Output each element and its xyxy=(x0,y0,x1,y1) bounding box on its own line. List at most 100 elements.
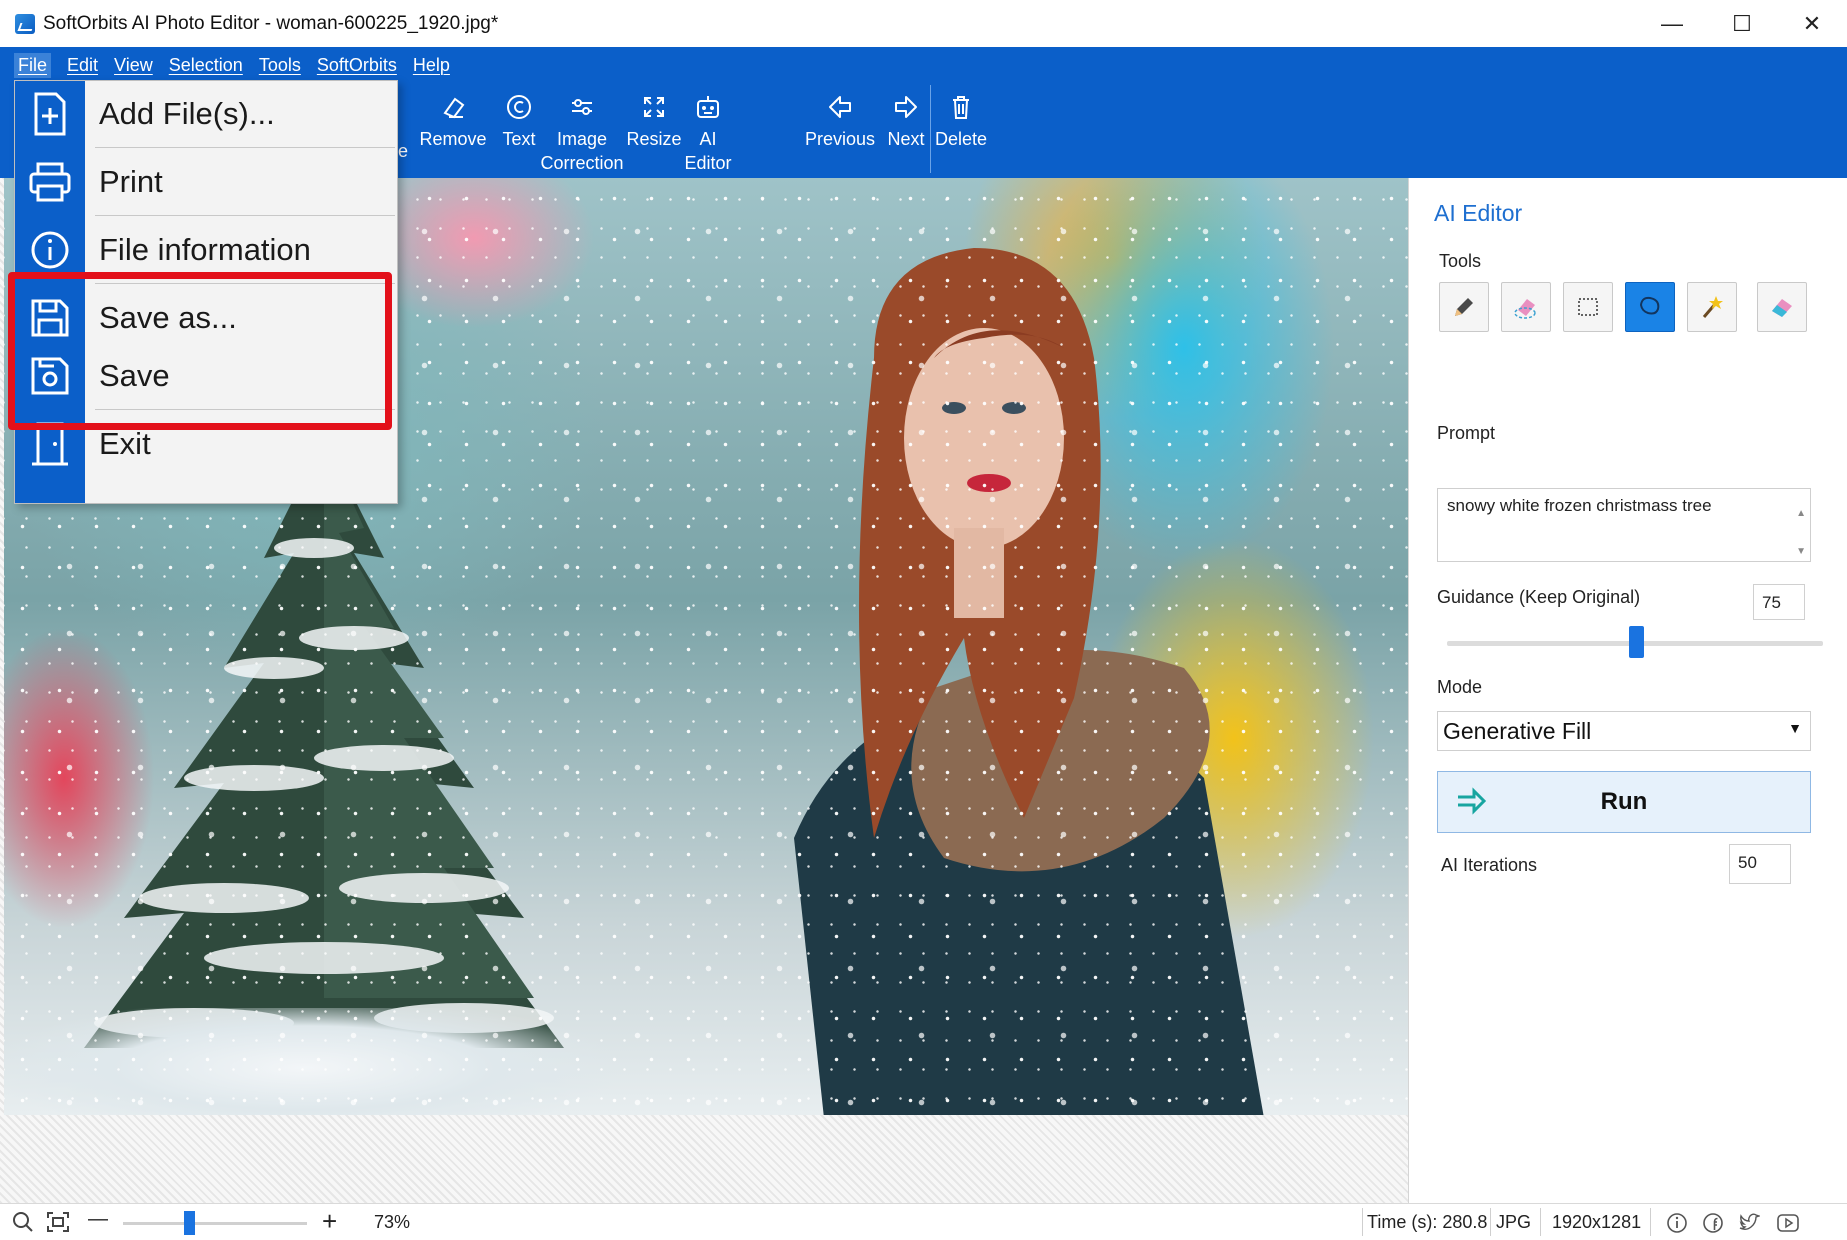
remove-label: Remove xyxy=(419,129,487,149)
arrow-left-icon xyxy=(826,87,854,127)
scroll-up-icon[interactable]: ▲ xyxy=(1796,495,1806,533)
youtube-icon[interactable] xyxy=(1776,1212,1800,1239)
minimize-button[interactable]: — xyxy=(1637,0,1707,47)
menu-item-label: Print xyxy=(99,164,163,199)
menu-tools[interactable]: Tools xyxy=(259,55,301,76)
zoom-in-icon[interactable] xyxy=(12,1211,34,1238)
lasso-tool-button[interactable] xyxy=(1625,282,1675,332)
run-button[interactable]: Run xyxy=(1437,771,1811,833)
menu-edit[interactable]: Edit xyxy=(67,55,98,76)
status-separator xyxy=(1490,1208,1491,1236)
title-bar: SoftOrbits AI Photo Editor - woman-60022… xyxy=(0,0,1847,47)
menu-divider xyxy=(95,147,395,148)
processing-time: Time (s): 280.8 xyxy=(1367,1212,1488,1232)
run-label: Run xyxy=(1600,788,1648,815)
zoom-level: 73% xyxy=(374,1212,411,1232)
window-controls: — ☐ ✕ xyxy=(1637,0,1847,47)
image-correction-button[interactable]: Image Correction xyxy=(540,83,624,178)
toolbar-partial-text: e xyxy=(398,141,409,161)
tools-label: Tools xyxy=(1439,251,1482,271)
panel-title: AI Editor xyxy=(1434,200,1523,226)
guidance-label: Guidance (Keep Original) xyxy=(1437,587,1641,607)
guidance-value-input[interactable]: 75 xyxy=(1753,584,1805,620)
magic-wand-icon xyxy=(1702,296,1723,318)
prompt-label: Prompt xyxy=(1437,423,1496,443)
file-format: JPG xyxy=(1496,1212,1532,1232)
resize-label: Resize xyxy=(626,129,682,149)
trash-icon xyxy=(947,87,975,127)
menu-item-label: Exit xyxy=(99,426,151,461)
prompt-textarea[interactable]: snowy white frozen christmass tree ▲ ▼ xyxy=(1437,488,1811,562)
close-button[interactable]: ✕ xyxy=(1777,0,1847,47)
magic-wand-tool-button[interactable] xyxy=(1687,282,1737,332)
delete-label: Delete xyxy=(934,129,988,149)
facebook-icon[interactable] xyxy=(1702,1212,1724,1239)
menu-item-label: Add File(s)... xyxy=(99,96,275,131)
image-correction-label-2: Correction xyxy=(540,153,624,173)
mode-label: Mode xyxy=(1437,677,1483,697)
pencil-icon xyxy=(1455,298,1473,316)
toolbar-separator xyxy=(930,85,931,173)
eraser-icon xyxy=(1772,299,1792,317)
window-title: SoftOrbits AI Photo Editor - woman-60022… xyxy=(43,12,499,34)
maximize-button[interactable]: ☐ xyxy=(1707,0,1777,47)
eraser-brush-icon xyxy=(1514,299,1536,319)
eraser-brush-tool-button[interactable] xyxy=(1501,282,1551,332)
text-label: Text xyxy=(502,129,536,149)
mode-selected-value: Generative Fill xyxy=(1443,718,1592,744)
resize-button[interactable]: Resize xyxy=(626,83,682,178)
prompt-scrollbar[interactable]: ▲ ▼ xyxy=(1796,495,1806,571)
text-button[interactable]: Text xyxy=(500,83,538,178)
sliders-icon xyxy=(568,87,596,127)
lasso-icon xyxy=(1639,296,1660,315)
robot-icon xyxy=(694,87,722,127)
chevron-down-icon: ▼ xyxy=(1788,720,1802,736)
scroll-down-icon[interactable]: ▼ xyxy=(1796,533,1806,571)
ai-editor-label-1: AI xyxy=(699,129,717,149)
menu-item-add-files[interactable]: Add File(s)... xyxy=(15,81,399,147)
menu-item-print[interactable]: Print xyxy=(15,149,399,215)
menu-help[interactable]: Help xyxy=(413,55,450,76)
eraser-tool-button[interactable] xyxy=(1757,282,1807,332)
next-button[interactable]: Next xyxy=(884,83,928,178)
twitter-icon[interactable] xyxy=(1738,1212,1762,1239)
ai-iterations-input[interactable]: 50 xyxy=(1729,844,1791,884)
previous-button[interactable]: Previous xyxy=(804,83,876,178)
zoom-in-button[interactable]: + xyxy=(322,1206,337,1237)
eraser-icon xyxy=(439,87,467,127)
ai-editor-panel: AI Editor Tools Prompt snowy white froze… xyxy=(1408,178,1847,1203)
zoom-slider-thumb[interactable] xyxy=(184,1211,195,1235)
app-logo-icon xyxy=(15,13,35,34)
arrow-right-icon xyxy=(1458,787,1486,815)
delete-button[interactable]: Delete xyxy=(934,83,988,178)
menu-file[interactable]: File xyxy=(14,52,52,78)
zoom-out-button[interactable]: — xyxy=(88,1208,108,1231)
image-correction-label-1: Image xyxy=(556,129,608,149)
menu-selection[interactable]: Selection xyxy=(169,55,243,76)
fit-to-screen-icon[interactable] xyxy=(46,1211,70,1238)
status-separator xyxy=(1540,1208,1541,1236)
add-file-icon xyxy=(15,81,85,147)
remove-button[interactable]: Remove xyxy=(419,83,487,178)
menu-view[interactable]: View xyxy=(114,55,153,76)
guidance-slider-thumb[interactable] xyxy=(1629,626,1644,658)
ai-editor-label-2: Editor xyxy=(684,153,732,173)
ai-iterations-label: AI Iterations xyxy=(1441,855,1538,875)
copyright-text-icon xyxy=(505,87,533,127)
pencil-tool-button[interactable] xyxy=(1439,282,1489,332)
info-icon[interactable] xyxy=(1666,1212,1688,1239)
printer-icon xyxy=(15,149,85,215)
previous-label: Previous xyxy=(804,129,876,149)
menu-softorbits[interactable]: SoftOrbits xyxy=(317,55,397,76)
menu-bar: File Edit View Selection Tools SoftOrbit… xyxy=(0,47,1847,83)
status-bar: — + 73% Time (s): 280.8 JPG 1920x1281 xyxy=(0,1203,1847,1240)
rectangle-select-tool-button[interactable] xyxy=(1563,282,1613,332)
mode-select[interactable]: Generative Fill ▼ xyxy=(1437,711,1811,751)
ai-editor-button[interactable]: AI Editor xyxy=(682,83,734,178)
status-separator xyxy=(1362,1208,1363,1236)
zoom-slider-track[interactable] xyxy=(123,1222,307,1225)
status-separator xyxy=(1650,1208,1651,1236)
next-label: Next xyxy=(887,129,925,149)
rectangle-select-icon xyxy=(1578,298,1598,316)
prompt-text: snowy white frozen christmass tree xyxy=(1447,496,1712,515)
